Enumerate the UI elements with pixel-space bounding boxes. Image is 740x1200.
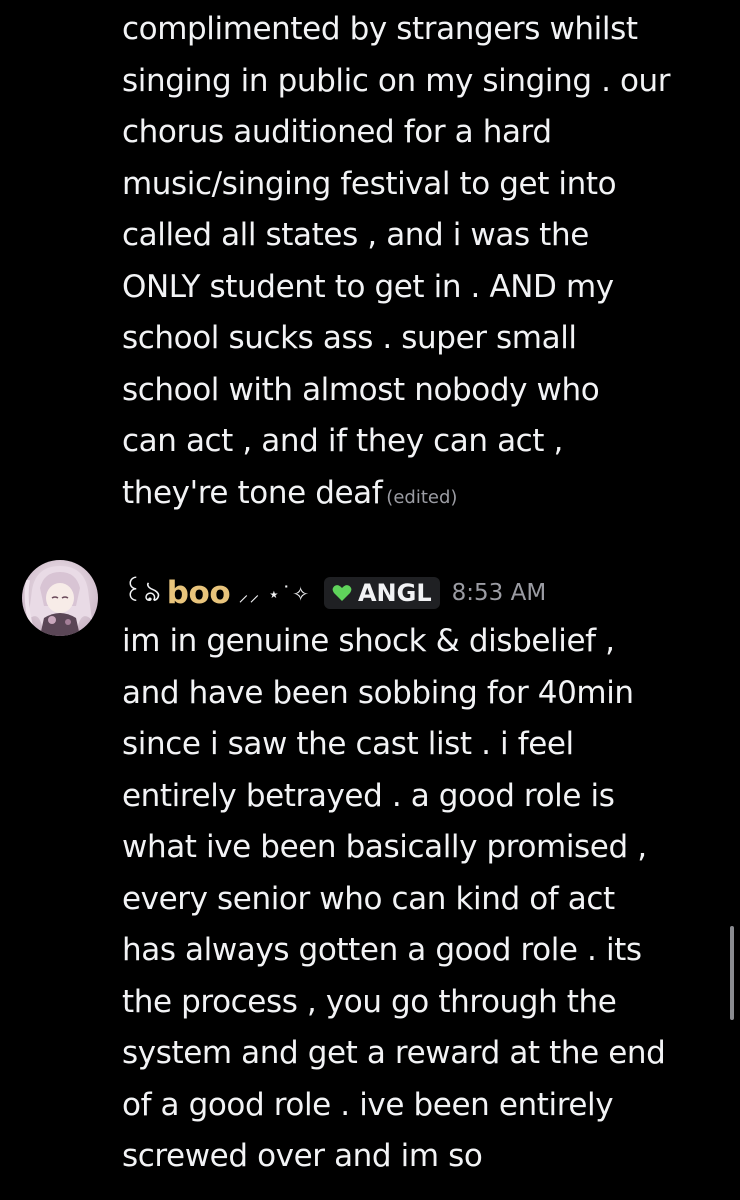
avatar-image — [22, 560, 98, 636]
message-continuation: complimented by strangers whilst singing… — [122, 4, 722, 523]
chat-message-list: complimented by strangers whilst singing… — [0, 0, 740, 1200]
message-continuation-text: complimented by strangers whilst singing… — [122, 11, 671, 511]
username-prefix: ꒰ঌ — [122, 574, 161, 608]
message-content: im in genuine shock & disbelief , and ha… — [122, 623, 666, 1174]
username[interactable]: boo — [167, 575, 231, 611]
message-header: ꒰ঌ boo ⸝⸝ ⋆˙✧ ANGL 8:53 AM — [122, 568, 546, 618]
timestamp[interactable]: 8:53 AM — [452, 580, 547, 606]
username-decoration: ⸝⸝ ⋆˙✧ — [238, 581, 310, 606]
avatar[interactable] — [22, 560, 98, 636]
guild-tag-label: ANGL — [357, 579, 432, 607]
green-heart-icon — [332, 585, 352, 601]
guild-tag[interactable]: ANGL — [323, 577, 440, 609]
edited-label: (edited) — [386, 486, 458, 508]
scrollbar-thumb[interactable] — [730, 926, 734, 1020]
